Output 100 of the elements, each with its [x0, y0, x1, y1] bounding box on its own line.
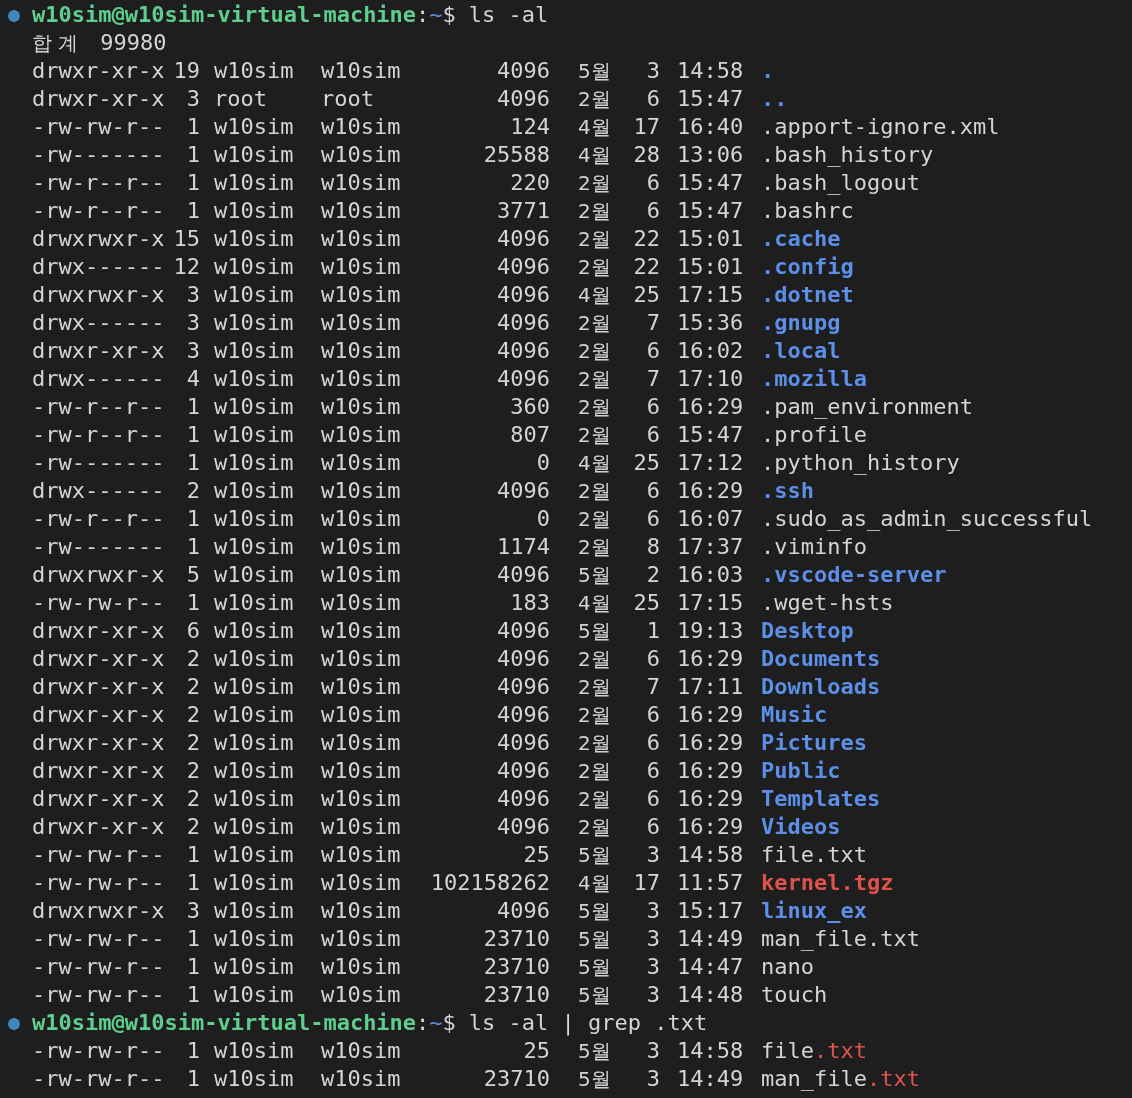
command-text: ls -al	[468, 1, 549, 29]
owner-name: w10sim	[214, 449, 294, 477]
link-count: 6	[186, 617, 200, 645]
day-text: 3	[646, 953, 660, 981]
permissions-text: drwxrwxr-x	[32, 561, 165, 589]
link-count: 2	[186, 477, 200, 505]
permissions-text: drwx------	[32, 477, 165, 505]
directory-name: linux_ex	[761, 897, 867, 925]
permissions-text: -rw-rw-r--	[32, 981, 165, 1009]
directory-name: .vscode-server	[761, 561, 947, 589]
link-count: 2	[186, 729, 200, 757]
permissions-text: drwxr-xr-x	[32, 673, 165, 701]
group-name: w10sim	[321, 617, 401, 645]
total-value: 99980	[100, 29, 167, 57]
owner-name: w10sim	[214, 393, 294, 421]
file-name: man_file.txt	[761, 925, 920, 953]
file-size: 4096	[497, 561, 550, 589]
permissions-text: drwxr-xr-x	[32, 701, 165, 729]
month-text: 2월	[578, 534, 611, 561]
prompt-separator: :	[416, 1, 430, 29]
day-text: 2	[646, 561, 660, 589]
permissions-text: drwxr-xr-x	[32, 337, 165, 365]
group-name: w10sim	[321, 197, 401, 225]
link-count: 1	[186, 505, 200, 533]
file-size: 183	[510, 589, 550, 617]
time-text: 14:58	[677, 841, 744, 869]
permissions-text: -rw-r--r--	[32, 169, 165, 197]
month-text: 2월	[578, 366, 611, 393]
time-text: 17:15	[677, 589, 744, 617]
time-text: 17:10	[677, 365, 744, 393]
group-name: w10sim	[321, 897, 401, 925]
file-name: file.txt	[761, 1037, 867, 1065]
day-text: 7	[646, 673, 660, 701]
link-count: 2	[186, 757, 200, 785]
file-size: 4096	[497, 253, 550, 281]
file-size: 4096	[497, 785, 550, 813]
day-text: 7	[646, 365, 660, 393]
group-name: w10sim	[321, 813, 401, 841]
group-name: w10sim	[321, 393, 401, 421]
group-name: w10sim	[321, 505, 401, 533]
permissions-text: drwxrwxr-x	[32, 225, 165, 253]
owner-name: w10sim	[214, 505, 294, 533]
group-name: w10sim	[321, 1065, 401, 1093]
file-name: .pam_environment	[761, 393, 973, 421]
time-text: 11:57	[677, 869, 744, 897]
month-text: 5월	[578, 926, 611, 953]
group-name: w10sim	[321, 225, 401, 253]
day-text: 3	[646, 981, 660, 1009]
owner-name: w10sim	[214, 113, 294, 141]
file-size: 360	[510, 393, 550, 421]
owner-name: w10sim	[214, 141, 294, 169]
file-name: .viminfo	[761, 533, 867, 561]
owner-name: w10sim	[214, 561, 294, 589]
month-text: 2월	[578, 86, 611, 113]
file-name: .wget-hsts	[761, 589, 894, 617]
permissions-text: -rw-rw-r--	[32, 925, 165, 953]
file-size: 4096	[497, 897, 550, 925]
link-count: 19	[173, 57, 200, 85]
day-text: 22	[633, 253, 660, 281]
time-text: 16:29	[677, 645, 744, 673]
owner-name: w10sim	[214, 841, 294, 869]
directory-name: Videos	[761, 813, 841, 841]
owner-name: w10sim	[214, 701, 294, 729]
permissions-text: drwxrwxr-x	[32, 281, 165, 309]
time-text: 14:48	[677, 981, 744, 1009]
permissions-text: drwx------	[32, 253, 165, 281]
file-name: .python_history	[761, 449, 960, 477]
day-text: 6	[646, 701, 660, 729]
file-name: .sudo_as_admin_successful	[761, 505, 1093, 533]
permissions-text: -rw-rw-r--	[32, 589, 165, 617]
owner-name: w10sim	[214, 729, 294, 757]
file-size: 23710	[483, 981, 550, 1009]
directory-name: Music	[761, 701, 828, 729]
file-size: 220	[510, 169, 550, 197]
file-name: .apport-ignore.xml	[761, 113, 1000, 141]
time-text: 16:29	[677, 785, 744, 813]
time-text: 15:47	[677, 85, 744, 113]
day-text: 8	[646, 533, 660, 561]
link-count: 4	[186, 365, 200, 393]
group-name: w10sim	[321, 113, 401, 141]
link-count: 3	[186, 309, 200, 337]
month-text: 5월	[578, 1066, 611, 1093]
owner-name: w10sim	[214, 981, 294, 1009]
owner-name: w10sim	[214, 197, 294, 225]
group-name: w10sim	[321, 953, 401, 981]
file-name: .profile	[761, 421, 867, 449]
file-size: 4096	[497, 337, 550, 365]
permissions-text: -rw-rw-r--	[32, 953, 165, 981]
month-text: 5월	[578, 58, 611, 85]
month-text: 2월	[578, 674, 611, 701]
link-count: 15	[173, 225, 200, 253]
prompt-separator: :	[416, 1009, 430, 1037]
file-size: 0	[536, 505, 550, 533]
archive-name: kernel.tgz	[761, 869, 894, 897]
link-count: 1	[186, 981, 200, 1009]
time-text: 16:29	[677, 757, 744, 785]
day-text: 6	[646, 757, 660, 785]
file-size: 4096	[497, 225, 550, 253]
file-size: 4096	[497, 57, 550, 85]
prompt-path: ~	[429, 1, 443, 29]
